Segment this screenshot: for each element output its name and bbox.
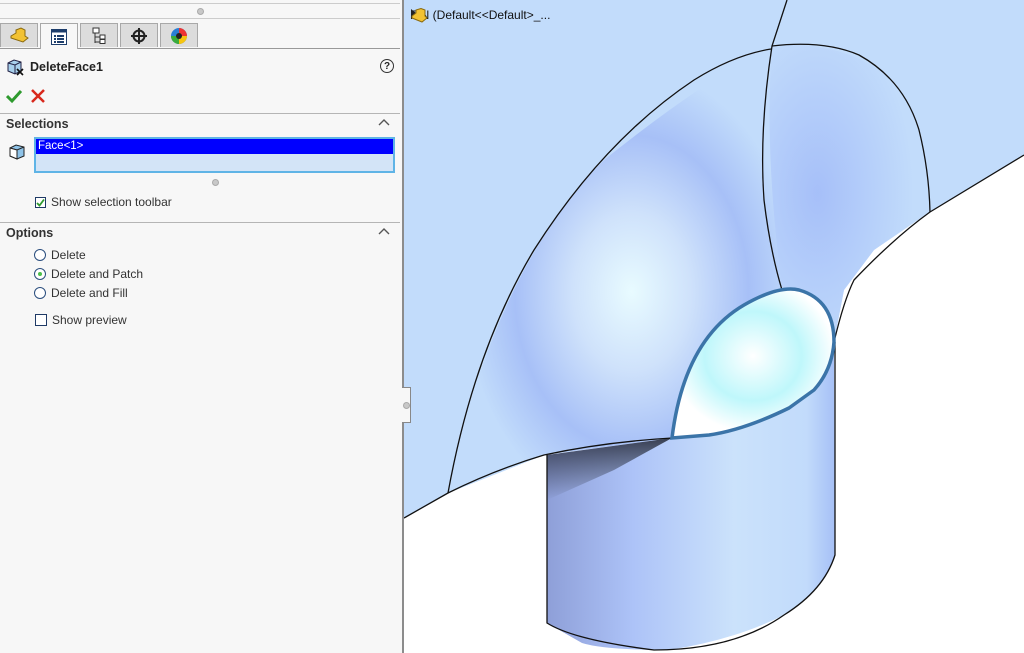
- feature-name: DeleteFace1: [30, 60, 103, 74]
- model-render: [404, 0, 1024, 653]
- options-section-header[interactable]: Options: [0, 222, 400, 243]
- ok-button[interactable]: [5, 88, 23, 107]
- chevron-up-icon[interactable]: [378, 117, 390, 127]
- grip-icon: [403, 402, 410, 409]
- splitter-grip-icon: [197, 8, 204, 15]
- radio-button[interactable]: [34, 249, 46, 261]
- checkbox-box[interactable]: [35, 196, 46, 208]
- help-button[interactable]: ?: [380, 59, 394, 73]
- checkmark-icon: [36, 198, 45, 207]
- configuration-tree-icon: [92, 27, 106, 44]
- checkmark-icon: [5, 89, 23, 104]
- panel-splitter[interactable]: [0, 3, 400, 19]
- show-preview-label: Show preview: [52, 313, 127, 327]
- show-selection-toolbar-checkbox[interactable]: Show selection toolbar: [35, 195, 172, 209]
- radio-delete-and-fill[interactable]: Delete and Fill: [34, 286, 128, 300]
- tab-dimxpertmanager[interactable]: [120, 23, 158, 47]
- radio-button[interactable]: [34, 268, 46, 280]
- feature-tree-flyout[interactable]: FIN (Default<<Default>_...: [410, 8, 551, 23]
- options-header-label: Options: [6, 226, 54, 240]
- selection-item[interactable]: Face<1>: [36, 139, 393, 154]
- panel-collapse-handle[interactable]: [402, 387, 411, 423]
- list-resize-grip-icon[interactable]: [212, 179, 219, 186]
- chevron-up-icon[interactable]: [378, 226, 390, 236]
- part-icon: [411, 8, 428, 23]
- feature-title: DeleteFace1: [6, 58, 103, 76]
- tab-displaymanager[interactable]: [160, 23, 198, 47]
- close-icon: [31, 89, 45, 103]
- tab-featuremanager[interactable]: [0, 23, 38, 47]
- cancel-button[interactable]: [30, 88, 46, 107]
- help-icon: ?: [383, 60, 391, 72]
- graphics-viewport[interactable]: FIN (Default<<Default>_...: [404, 0, 1024, 653]
- show-preview-checkbox[interactable]: Show preview: [35, 313, 127, 327]
- radio-delete-label: Delete: [51, 248, 86, 262]
- property-list-icon: [51, 28, 67, 45]
- radio-delete-and-patch-label: Delete and Patch: [51, 267, 144, 281]
- selections-header-label: Selections: [6, 117, 69, 131]
- selection-list[interactable]: Face<1>: [34, 137, 395, 173]
- tab-configurationmanager[interactable]: [80, 23, 118, 47]
- appearance-ball-icon: [171, 27, 187, 44]
- selections-section-header[interactable]: Selections: [0, 113, 400, 134]
- delete-face-feature-icon: [7, 59, 24, 76]
- radio-delete-and-patch[interactable]: Delete and Patch: [34, 267, 143, 281]
- crosshair-icon: [131, 27, 147, 44]
- part-icon: [10, 26, 29, 43]
- radio-selected-dot: [38, 272, 42, 276]
- radio-delete[interactable]: Delete: [34, 248, 86, 262]
- part-name-label: FIN (Default<<Default>_...: [410, 8, 551, 22]
- checkbox-box[interactable]: [35, 314, 47, 326]
- manager-tabs: [0, 22, 400, 49]
- tab-propertymanager[interactable]: [40, 23, 78, 49]
- radio-button[interactable]: [34, 287, 46, 299]
- property-manager-panel: DeleteFace1 ? Selections Face<1> Show se…: [0, 0, 402, 653]
- radio-delete-and-fill-label: Delete and Fill: [51, 286, 128, 300]
- face-selection-icon: [9, 144, 25, 160]
- show-selection-toolbar-label: Show selection toolbar: [51, 195, 172, 209]
